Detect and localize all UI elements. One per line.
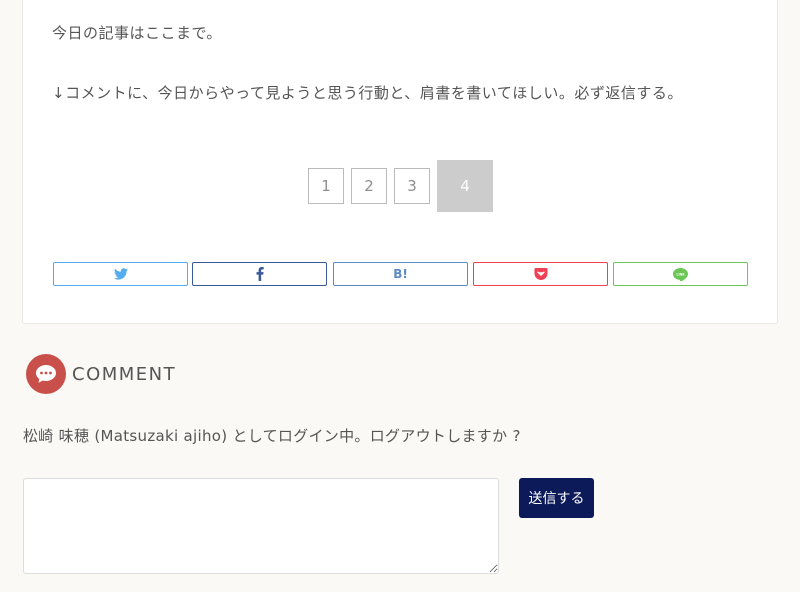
page-current: 4 (437, 160, 493, 212)
share-hatena-button[interactable]: B! (333, 262, 468, 286)
hatena-bookmark-label: B! (393, 267, 408, 281)
share-line-button[interactable]: LINE (613, 262, 748, 286)
logged-in-notice: 松崎 味穂 (Matsuzaki ajiho) としてログイン中。ログアウトしま… (23, 425, 521, 446)
twitter-bird-icon (113, 268, 128, 280)
comment-badge (26, 354, 66, 394)
article-comment-request-text: ↓コメントに、今日からやって見ようと思う行動と、肩書を書いてほしい。必ず返信する… (52, 84, 683, 102)
facebook-f-icon (256, 267, 264, 281)
comment-textarea[interactable] (23, 478, 499, 574)
article-closing-text: 今日の記事はここまで。 (52, 24, 222, 42)
share-facebook-button[interactable] (192, 262, 327, 286)
comment-section-title: COMMENT (72, 363, 177, 385)
line-icon: LINE (673, 267, 688, 281)
page-link-1[interactable]: 1 (308, 168, 344, 204)
logout-link[interactable]: ログアウトしますか ? (370, 427, 521, 445)
page-link-3[interactable]: 3 (394, 168, 430, 204)
share-twitter-button[interactable] (53, 262, 188, 286)
page-link-2[interactable]: 2 (351, 168, 387, 204)
comment-section-header: COMMENT (26, 354, 176, 394)
line-label: LINE (676, 272, 684, 276)
submit-comment-button[interactable]: 送信する (519, 478, 594, 518)
speech-bubble-icon (36, 365, 56, 383)
logged-in-as-text: 松崎 味穂 (Matsuzaki ajiho) としてログイン中。 (23, 427, 370, 445)
pocket-icon (533, 268, 548, 280)
share-pocket-button[interactable] (473, 262, 608, 286)
